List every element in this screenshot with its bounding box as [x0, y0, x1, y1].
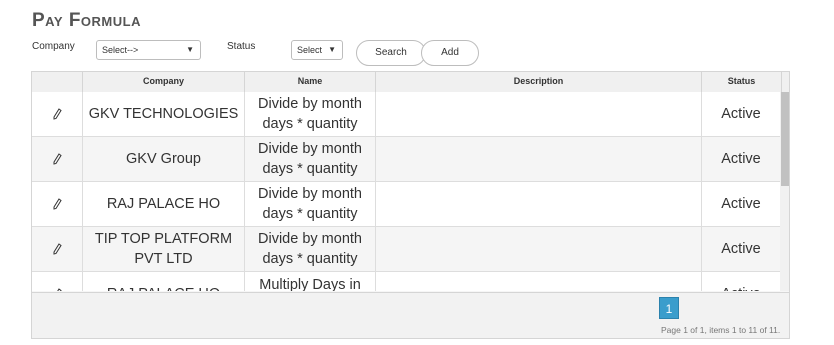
pencil-icon [57, 288, 62, 291]
table-row: RAJ PALACE HO Multiply Days in Active [32, 272, 780, 291]
pager-info: Page 1 of 1, items 1 to 11 of 11. [661, 325, 781, 335]
status-cell: Active [721, 106, 761, 122]
name-cell: Divide by month days * quantity [245, 182, 376, 226]
page-title: Pay Formula [32, 10, 141, 31]
column-header-description[interactable]: Description [376, 72, 702, 92]
status-select-value: Select [297, 45, 323, 55]
pencil-icon [53, 153, 62, 165]
chevron-down-icon: ▼ [186, 45, 194, 54]
company-cell: GKV Group [83, 137, 245, 181]
pay-formula-grid: Company Name Description Status GKV TECH… [31, 71, 790, 339]
status-cell: Active [721, 151, 761, 167]
grid-header: Company Name Description Status [32, 72, 789, 93]
chevron-down-icon: ▼ [328, 45, 336, 54]
column-header-status[interactable]: Status [702, 72, 782, 92]
grid-body[interactable]: GKV TECHNOLOGIES Divide by month days * … [32, 92, 789, 291]
name-cell: Divide by month days * quantity [245, 92, 376, 136]
description-cell [376, 137, 702, 181]
company-cell: GKV TECHNOLOGIES [83, 92, 245, 136]
table-row: GKV TECHNOLOGIES Divide by month days * … [32, 92, 780, 137]
column-header-name[interactable]: Name [245, 72, 376, 92]
company-label: Company [32, 41, 75, 52]
description-cell [376, 182, 702, 226]
column-header-company[interactable]: Company [83, 72, 245, 92]
pencil-icon [53, 198, 62, 210]
column-header-edit [32, 72, 83, 92]
description-cell [376, 92, 702, 136]
description-cell [376, 272, 702, 291]
page-button-1[interactable]: 1 [659, 297, 679, 319]
grid-scrollbar[interactable] [780, 92, 789, 291]
description-cell [376, 227, 702, 271]
edit-button[interactable] [32, 137, 83, 181]
name-cell: Divide by month days * quantity [245, 227, 376, 271]
edit-button[interactable] [32, 92, 83, 136]
company-cell: RAJ PALACE HO [83, 182, 245, 226]
scrollbar-thumb[interactable] [781, 92, 789, 186]
add-button[interactable]: Add [421, 40, 479, 66]
status-select[interactable]: Select ▼ [291, 40, 343, 60]
pencil-icon [53, 108, 62, 120]
status-cell: Active [721, 196, 761, 212]
company-select[interactable]: Select--> ▼ [96, 40, 201, 60]
status-cell: Active [721, 241, 761, 257]
status-cell: Active [702, 272, 780, 291]
name-cell: Divide by month days * quantity [245, 137, 376, 181]
name-cell: Multiply Days in [245, 272, 376, 291]
grid-pager: 1 Page 1 of 1, items 1 to 11 of 11. [32, 292, 789, 338]
status-label: Status [227, 41, 256, 52]
company-select-value: Select--> [102, 45, 139, 55]
company-cell: TIP TOP PLATFORM PVT LTD [83, 227, 245, 271]
table-row: GKV Group Divide by month days * quantit… [32, 137, 780, 182]
table-row: RAJ PALACE HO Divide by month days * qua… [32, 182, 780, 227]
company-cell: RAJ PALACE HO [83, 272, 245, 291]
edit-button[interactable] [32, 182, 83, 226]
table-row: TIP TOP PLATFORM PVT LTD Divide by month… [32, 227, 780, 272]
pencil-icon [53, 243, 62, 255]
edit-button[interactable] [32, 272, 83, 291]
search-button[interactable]: Search [356, 40, 426, 66]
edit-button[interactable] [32, 227, 83, 271]
